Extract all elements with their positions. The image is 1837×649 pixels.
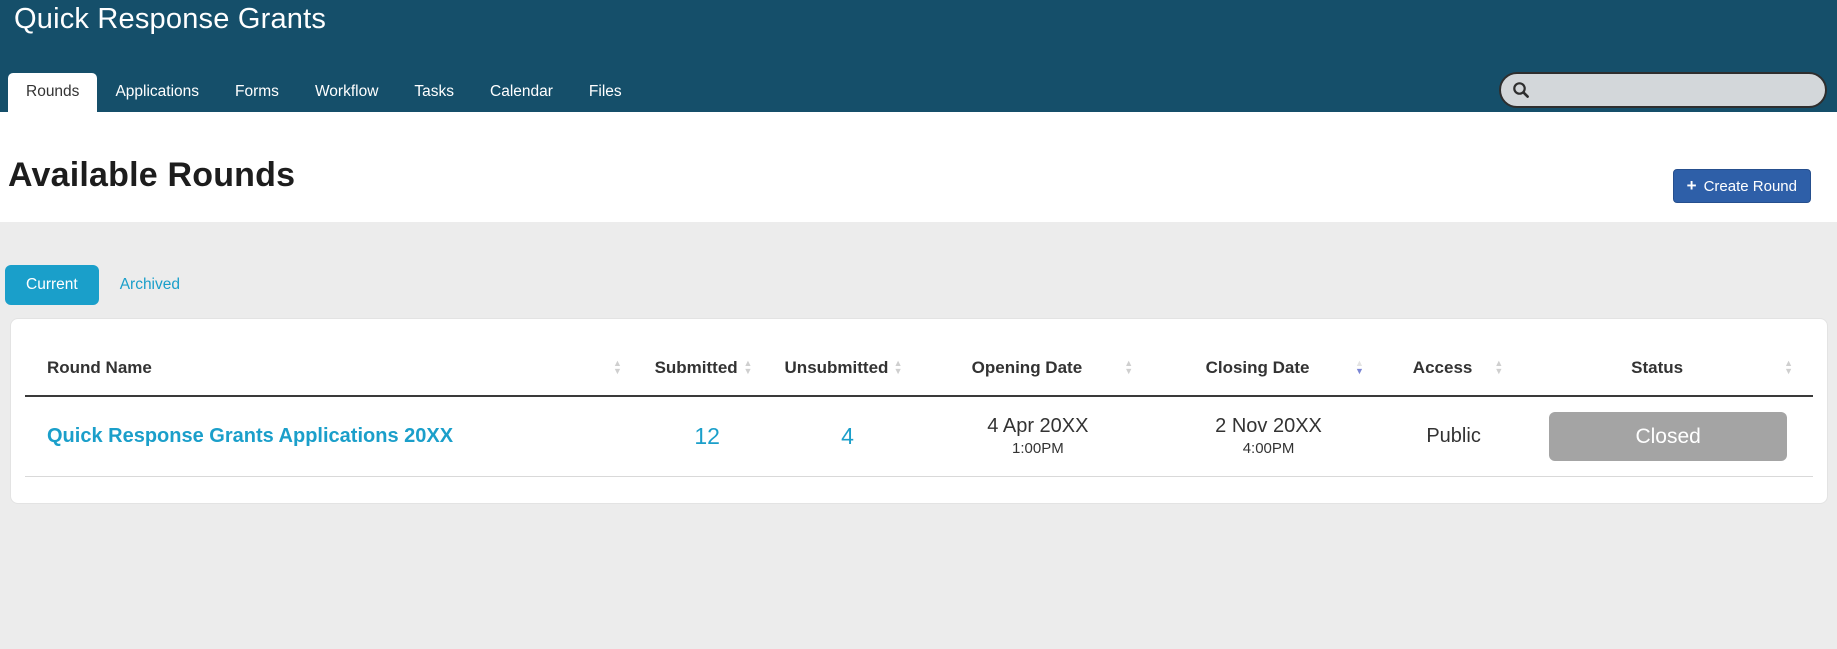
table-row: Quick Response Grants Applications 20XX … (25, 396, 1813, 476)
sort-desc-icon: ▼ (894, 367, 903, 375)
col-label: Status (1631, 358, 1683, 377)
search-icon (1511, 80, 1531, 100)
create-round-button[interactable]: + Create Round (1673, 169, 1811, 203)
sort-icon: ▲▼ (1124, 359, 1133, 375)
closing-time: 4:00PM (1161, 440, 1376, 457)
col-header-access[interactable]: Access ▲▼ (1384, 319, 1523, 396)
tab-rounds[interactable]: Rounds (8, 73, 97, 112)
col-header-opening-date[interactable]: Opening Date ▲▼ (923, 319, 1154, 396)
sort-desc-icon: ▼ (1784, 367, 1793, 375)
col-header-unsubmitted[interactable]: Unsubmitted ▲▼ (772, 319, 922, 396)
round-name-cell: Quick Response Grants Applications 20XX (25, 396, 642, 476)
col-label: Unsubmitted (785, 358, 889, 377)
col-label: Closing Date (1206, 358, 1310, 377)
page-heading: Available Rounds (8, 156, 295, 195)
access-value: Public (1426, 425, 1480, 447)
create-round-label: Create Round (1704, 178, 1797, 195)
col-label: Round Name (47, 358, 152, 377)
sort-icon: ▲▼ (894, 359, 903, 375)
sort-icon: ▲▼ (613, 359, 622, 375)
sort-icon: ▲▼ (1494, 359, 1503, 375)
closing-date-cell: 2 Nov 20XX 4:00PM (1153, 396, 1384, 476)
filter-current-button[interactable]: Current (5, 265, 99, 305)
sort-icon: ▲▼ (1784, 359, 1793, 375)
round-name-link[interactable]: Quick Response Grants Applications 20XX (47, 425, 453, 447)
search-input[interactable] (1537, 82, 1813, 99)
app-root: Quick Response Grants Rounds Application… (0, 0, 1837, 649)
tab-applications[interactable]: Applications (97, 73, 217, 112)
rounds-table: Round Name ▲▼ Submitted ▲▼ Unsubmitted ▲… (25, 319, 1813, 477)
tab-files[interactable]: Files (571, 73, 640, 112)
table-header-row: Round Name ▲▼ Submitted ▲▼ Unsubmitted ▲… (25, 319, 1813, 396)
col-label: Submitted (655, 358, 738, 377)
sort-desc-icon: ▼ (1355, 367, 1364, 375)
plus-icon: + (1687, 177, 1697, 194)
tab-calendar[interactable]: Calendar (472, 73, 571, 112)
opening-time: 1:00PM (931, 440, 1146, 457)
closing-date: 2 Nov 20XX (1161, 415, 1376, 438)
sort-icon: ▲▼ (743, 359, 752, 375)
submitted-count-link[interactable]: 12 (694, 423, 720, 449)
rounds-card: Round Name ▲▼ Submitted ▲▼ Unsubmitted ▲… (10, 318, 1828, 504)
page-bar: Available Rounds + Create Round (0, 112, 1837, 222)
sort-desc-icon: ▼ (1124, 367, 1133, 375)
col-header-round-name[interactable]: Round Name ▲▼ (25, 319, 642, 396)
col-label: Opening Date (972, 358, 1083, 377)
status-cell: Closed (1523, 396, 1813, 476)
filter-bar: Current Archived (5, 265, 1837, 305)
opening-date: 4 Apr 20XX (931, 415, 1146, 438)
status-badge: Closed (1549, 412, 1787, 461)
unsubmitted-cell: 4 (772, 396, 922, 476)
tab-workflow[interactable]: Workflow (297, 73, 396, 112)
app-title: Quick Response Grants (14, 3, 326, 36)
tab-tasks[interactable]: Tasks (396, 73, 472, 112)
sort-desc-icon: ▼ (613, 367, 622, 375)
sort-desc-icon: ▼ (743, 367, 752, 375)
unsubmitted-count-link[interactable]: 4 (841, 423, 854, 449)
submitted-cell: 12 (642, 396, 773, 476)
main-content: Current Archived Round Name ▲▼ Subm (0, 222, 1837, 649)
col-header-closing-date[interactable]: Closing Date ▲▼ (1153, 319, 1384, 396)
col-header-submitted[interactable]: Submitted ▲▼ (642, 319, 773, 396)
tab-forms[interactable]: Forms (217, 73, 297, 112)
tab-bar: Rounds Applications Forms Workflow Tasks… (8, 73, 640, 112)
search-box[interactable] (1499, 72, 1827, 108)
sort-icon-active-desc: ▲▼ (1355, 359, 1364, 375)
access-cell: Public (1384, 396, 1523, 476)
sort-desc-icon: ▼ (1494, 367, 1503, 375)
col-label: Access (1413, 358, 1473, 377)
opening-date-cell: 4 Apr 20XX 1:00PM (923, 396, 1154, 476)
filter-archived-link[interactable]: Archived (120, 276, 180, 294)
app-header: Quick Response Grants Rounds Application… (0, 0, 1837, 112)
col-header-status[interactable]: Status ▲▼ (1523, 319, 1813, 396)
